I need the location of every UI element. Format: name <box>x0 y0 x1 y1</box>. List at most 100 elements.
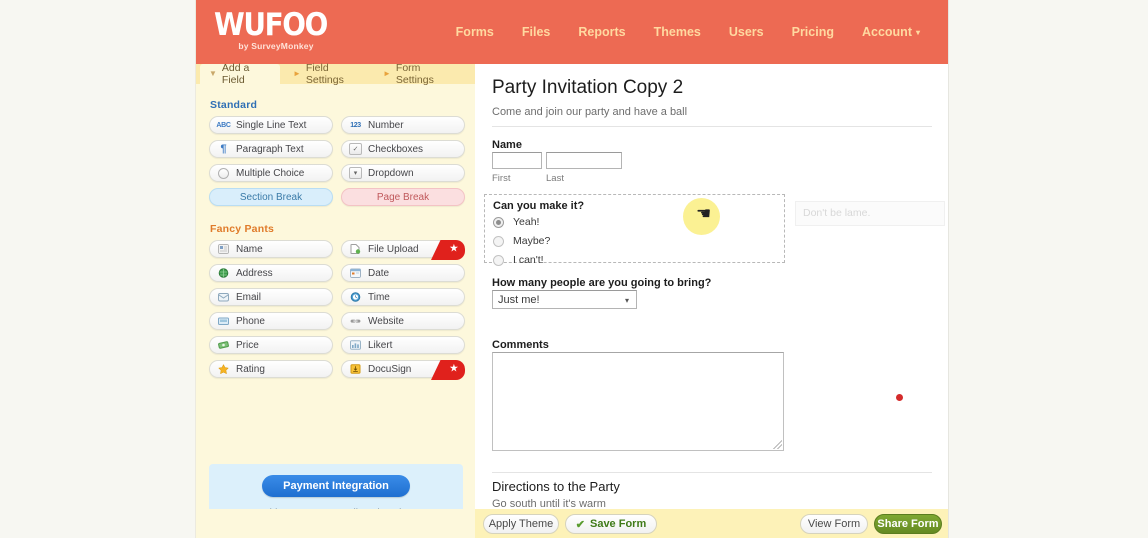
name-card-icon <box>217 244 230 255</box>
nav-item-pricing[interactable]: Pricing <box>778 21 848 43</box>
field-button-number[interactable]: 123 Number <box>341 116 465 134</box>
bring-count-select[interactable]: Just me! ▾ <box>492 290 637 309</box>
radio-option-maybe[interactable]: Maybe? <box>493 235 550 247</box>
field-row: Rating DocuSign ★ <box>209 360 465 378</box>
field-button-page-break[interactable]: Page Break <box>341 188 465 206</box>
divider <box>492 126 932 127</box>
radio-circle-icon <box>217 168 230 179</box>
save-form-button[interactable]: ✔ Save Form <box>565 514 657 534</box>
field-button-phone[interactable]: Phone <box>209 312 333 330</box>
apply-theme-button[interactable]: Apply Theme <box>483 514 559 534</box>
view-form-button[interactable]: View Form <box>800 514 868 534</box>
wufoo-logo-tagline: by SurveyMonkey <box>228 41 324 51</box>
dragging-field-block[interactable]: Can you make it? Yeah! Maybe? I can't! <box>484 194 785 263</box>
field-button-checkboxes[interactable]: ✓ Checkboxes <box>341 140 465 158</box>
nav-item-users[interactable]: Users <box>715 21 778 43</box>
field-button-likert[interactable]: Likert <box>341 336 465 354</box>
page-margin-right <box>948 0 1148 538</box>
field-button-label: Likert <box>368 340 392 351</box>
nav-item-files[interactable]: Files <box>508 21 565 43</box>
field-button-email[interactable]: Email <box>209 288 333 306</box>
field-button-name[interactable]: Name <box>209 240 333 258</box>
tab-form-settings[interactable]: ► Form Settings <box>374 64 470 84</box>
field-row: Multiple Choice ▾ Dropdown <box>209 164 465 182</box>
last-name-input[interactable] <box>546 152 622 169</box>
field-button-label: Page Break <box>377 192 429 203</box>
nav-item-forms[interactable]: Forms <box>442 21 508 43</box>
first-name-input[interactable] <box>492 152 542 169</box>
file-upload-icon <box>349 244 362 255</box>
triangle-right-icon: ► <box>383 70 391 78</box>
link-icon <box>349 316 362 327</box>
nav-item-files-label: Files <box>522 25 551 39</box>
envelope-icon <box>217 292 230 303</box>
section-heading-standard: Standard <box>210 99 257 111</box>
triangle-right-icon: ► <box>293 70 301 78</box>
comments-field-label: Comments <box>492 339 549 351</box>
field-button-paragraph-text[interactable]: ¶ Paragraph Text <box>209 140 333 158</box>
apply-theme-label: Apply Theme <box>489 518 554 530</box>
comments-textarea[interactable] <box>492 352 784 451</box>
triangle-down-icon: ▼ <box>209 70 217 78</box>
field-button-section-break[interactable]: Section Break <box>209 188 333 206</box>
dropdown-field-label: How many people are you going to bring? <box>492 277 711 289</box>
field-row: ABC Single Line Text 123 Number <box>209 116 465 134</box>
field-button-docusign[interactable]: DocuSign ★ <box>341 360 465 378</box>
name-field-label: Name <box>492 139 522 151</box>
field-row: Name File Upload ★ <box>209 240 465 258</box>
payment-integration-button[interactable]: Payment Integration <box>262 475 410 497</box>
field-button-address[interactable]: Address <box>209 264 333 282</box>
top-navigation-bar: WUFOO by SurveyMonkey Forms Files Report… <box>196 0 948 64</box>
nav-item-account[interactable]: Account▾ <box>848 21 934 43</box>
nav-item-reports[interactable]: Reports <box>564 21 639 43</box>
field-row: Address Date <box>209 264 465 282</box>
share-form-button[interactable]: Share Form <box>874 514 942 534</box>
view-form-label: View Form <box>808 518 860 530</box>
radio-option-i-cant[interactable]: I can't! <box>493 254 544 266</box>
field-button-label: Number <box>368 120 404 131</box>
first-name-sublabel: First <box>492 173 510 184</box>
field-button-multiple-choice[interactable]: Multiple Choice <box>209 164 333 182</box>
premium-badge: ★ <box>431 360 465 380</box>
field-button-dropdown[interactable]: ▾ Dropdown <box>341 164 465 182</box>
radio-field-label: Can you make it? <box>493 200 584 212</box>
field-button-date[interactable]: Date <box>341 264 465 282</box>
field-button-label: Address <box>236 268 273 279</box>
likert-grid-icon <box>349 340 362 351</box>
field-button-label: Email <box>236 292 261 303</box>
resize-grip-icon[interactable] <box>773 440 782 449</box>
field-button-time[interactable]: Time <box>341 288 465 306</box>
tab-add-a-field[interactable]: ▼ Add a Field <box>200 64 280 84</box>
field-button-rating[interactable]: Rating <box>209 360 333 378</box>
money-icon <box>217 340 230 351</box>
divider <box>492 472 932 473</box>
form-subtitle: Come and join our party and have a ball <box>492 106 687 118</box>
chevron-down-icon: ▾ <box>625 296 629 305</box>
field-button-website[interactable]: Website <box>341 312 465 330</box>
last-name-sublabel: Last <box>546 173 564 184</box>
abc-icon: ABC <box>217 120 230 131</box>
radio-button-icon <box>493 217 504 228</box>
field-button-label: Section Break <box>240 192 302 203</box>
docusign-icon <box>349 364 362 375</box>
form-builder-panel: ▼ Add a Field ► Field Settings ► Form Se… <box>196 64 475 538</box>
field-button-price[interactable]: Price <box>209 336 333 354</box>
section-heading-fancy-pants: Fancy Pants <box>210 223 274 235</box>
dropdown-caret-icon: ▾ <box>349 168 362 179</box>
radio-option-yeah[interactable]: Yeah! <box>493 216 539 228</box>
wufoo-logo[interactable]: WUFOO by SurveyMonkey <box>214 8 384 51</box>
field-button-label: Website <box>368 316 404 327</box>
radio-option-label: I can't! <box>513 254 544 266</box>
field-button-file-upload[interactable]: File Upload ★ <box>341 240 465 258</box>
globe-icon <box>217 268 230 279</box>
pointing-hand-cursor-icon: ☛ <box>696 205 711 222</box>
ghost-placeholder-text: Don't be lame. <box>803 207 870 219</box>
nav-item-themes[interactable]: Themes <box>640 21 715 43</box>
field-button-label: Name <box>236 244 263 255</box>
builder-tab-bar: ▼ Add a Field ► Field Settings ► Form Se… <box>196 64 475 84</box>
tab-field-settings[interactable]: ► Field Settings <box>284 64 372 84</box>
tab-form-settings-label: Form Settings <box>396 62 461 86</box>
field-button-single-line-text[interactable]: ABC Single Line Text <box>209 116 333 134</box>
field-row: ¶ Paragraph Text ✓ Checkboxes <box>209 140 465 158</box>
page-title: Party Invitation Copy 2 <box>492 77 683 99</box>
